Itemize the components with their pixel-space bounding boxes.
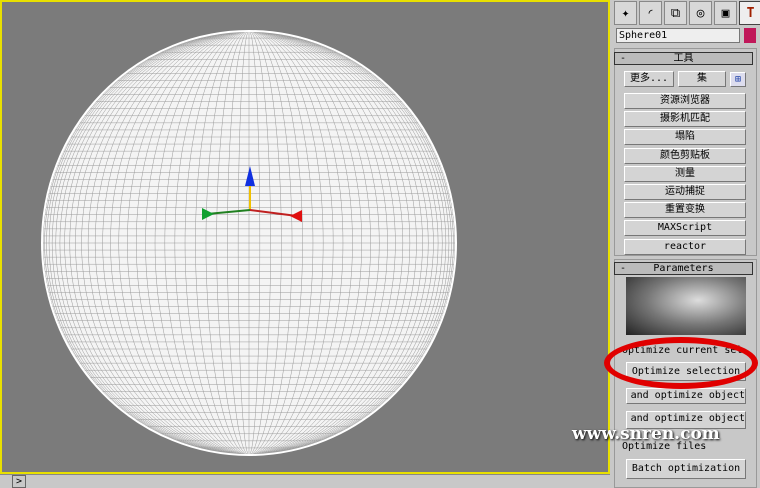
utilities-tab-icon[interactable]: T <box>739 1 760 25</box>
status-bar: > <box>0 474 610 488</box>
red-highlight-circle <box>604 337 758 389</box>
object-color-swatch[interactable] <box>744 28 756 43</box>
expand-arrow[interactable]: > <box>12 475 26 488</box>
tool-button[interactable]: reactor <box>624 238 746 255</box>
tool-button[interactable]: MAXScript <box>624 220 746 237</box>
tool-button[interactable]: 运动捕捉 <box>624 184 746 200</box>
collapse-toggle[interactable]: - <box>620 53 626 64</box>
motion-tab-icon[interactable]: ◎ <box>689 1 712 25</box>
rollout-title: 工具 <box>673 53 694 64</box>
perspective-viewport[interactable] <box>0 0 610 474</box>
watermark: www.snren.com <box>572 424 720 444</box>
tool-button[interactable]: 测量 <box>624 165 746 182</box>
rollout-title: Parameters <box>653 263 714 274</box>
tool-button[interactable]: 重置变换 <box>624 202 746 219</box>
modify-tab-icon[interactable]: ◜ <box>639 1 662 25</box>
object-name-field[interactable]: Sphere01 <box>616 28 740 43</box>
more-button[interactable]: 更多... <box>624 71 674 87</box>
configure-button-sets-icon[interactable]: ⊞ <box>730 72 746 87</box>
plugin-banner-image <box>626 277 746 335</box>
tools-rollout-header[interactable]: - 工具 <box>614 52 753 65</box>
tool-button[interactable]: 颜色剪贴板 <box>624 147 746 164</box>
collapse-toggle[interactable]: - <box>620 263 626 274</box>
pick-optimize-button[interactable]: Pick and optimize object <box>626 388 746 404</box>
tool-button[interactable]: 资源浏览器 <box>624 93 746 109</box>
tool-button[interactable]: 摄影机匹配 <box>624 111 746 128</box>
display-tab-icon[interactable]: ▣ <box>714 1 737 25</box>
sphere-wireframe[interactable] <box>2 2 608 472</box>
sets-button[interactable]: 集 <box>678 71 726 87</box>
batch-optimization-button[interactable]: Batch optimization <box>626 459 746 479</box>
parameters-rollout-header[interactable]: - Parameters <box>614 262 753 275</box>
hierarchy-tab-icon[interactable]: ⧉ <box>664 1 687 25</box>
command-panel: ✦ ◜ ⧉ ◎ ▣ T Sphere01 - 工具 更多... 集 ⊞ 资源浏览器… <box>610 0 760 488</box>
tool-button[interactable]: 塌陷 <box>624 129 746 146</box>
create-tab-icon[interactable]: ✦ <box>614 1 637 25</box>
wireframe-lines <box>42 30 456 456</box>
